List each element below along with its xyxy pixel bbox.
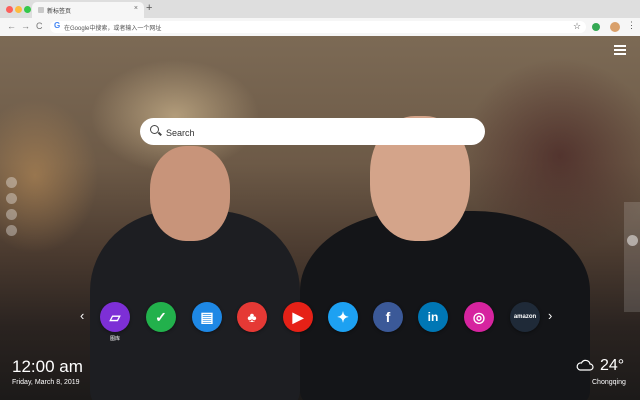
app-games-button[interactable]: ♣ — [237, 302, 267, 332]
weather-city: Chongqing — [592, 379, 626, 386]
notes-icon: ▤ — [200, 309, 214, 325]
side-shortcut-4-icon[interactable] — [6, 225, 17, 236]
right-panel-button[interactable] — [627, 235, 638, 246]
side-shortcut-1-icon[interactable] — [6, 177, 17, 188]
browser-tabstrip: 新标签页 × + — [0, 0, 640, 18]
reload-icon[interactable]: C — [36, 21, 43, 31]
minimize-window-button[interactable] — [15, 6, 22, 13]
app-youtube-button[interactable]: ▶ — [283, 302, 313, 332]
search-icon — [150, 125, 159, 134]
app-twitter-button[interactable]: ✦ — [328, 302, 358, 332]
search-bar[interactable] — [140, 118, 485, 145]
address-bar[interactable]: G 在Google中搜索，或者输入一个网址 — [50, 21, 586, 33]
tab-title: 新标签页 — [47, 9, 72, 15]
tab-close-icon[interactable]: × — [134, 5, 138, 12]
close-window-button[interactable] — [6, 6, 13, 13]
side-shortcuts — [6, 177, 17, 241]
gallery-icon: ▱ — [109, 309, 121, 325]
forward-icon[interactable]: → — [21, 21, 30, 31]
right-panel — [624, 202, 640, 312]
tab-new-tab[interactable]: 新标签页 × — [32, 2, 144, 18]
search-input[interactable] — [164, 123, 468, 142]
settings-menu-icon[interactable] — [614, 45, 626, 57]
app-tasks-button[interactable]: ✓ — [146, 302, 176, 332]
linkedin-icon: in — [427, 310, 439, 324]
side-shortcut-3-icon[interactable] — [6, 209, 17, 220]
amazon-logo-text: amazon — [513, 314, 537, 320]
twitter-icon: ✦ — [337, 309, 349, 325]
apps-prev-arrow[interactable]: ‹ — [80, 308, 84, 323]
app-gallery-label: 图库 — [109, 336, 120, 342]
youtube-icon: ▶ — [292, 309, 304, 325]
app-linkedin-button[interactable]: in — [418, 302, 448, 332]
app-amazon-button[interactable]: amazon — [510, 302, 540, 332]
app-notes-button[interactable]: ▤ — [192, 302, 222, 332]
background-photo — [0, 36, 640, 400]
instagram-icon: ◎ — [472, 309, 486, 325]
address-placeholder: 在Google中搜索，或者输入一个网址 — [64, 26, 162, 32]
app-gallery-button[interactable]: ▱ — [100, 302, 130, 332]
back-icon[interactable]: ← — [7, 21, 16, 31]
google-icon: G — [54, 21, 61, 30]
tasks-icon: ✓ — [155, 309, 167, 325]
extension-icon[interactable] — [592, 23, 600, 31]
games-icon: ♣ — [247, 309, 257, 325]
clock-date: Friday, March 8, 2019 — [12, 379, 80, 386]
app-instagram-button[interactable]: ◎ — [464, 302, 494, 332]
maximize-window-button[interactable] — [24, 6, 31, 13]
weather-temperature: 24° — [600, 357, 625, 374]
browser-menu-icon[interactable]: ⋮ — [627, 20, 636, 31]
bookmark-star-icon[interactable]: ☆ — [573, 21, 581, 32]
clock-time: 12:00 am — [12, 357, 83, 376]
cloud-icon — [576, 359, 594, 371]
person-left-face — [150, 146, 230, 241]
tab-favicon-icon — [38, 7, 44, 13]
app-facebook-button[interactable]: f — [373, 302, 403, 332]
side-shortcut-2-icon[interactable] — [6, 193, 17, 204]
profile-avatar[interactable] — [610, 22, 620, 32]
apps-next-arrow[interactable]: › — [548, 308, 552, 323]
browser-toolbar: ← → C G 在Google中搜索，或者输入一个网址 ☆ ⋮ — [0, 18, 640, 37]
new-tab-button[interactable]: + — [146, 2, 152, 14]
facebook-icon: f — [385, 309, 391, 325]
